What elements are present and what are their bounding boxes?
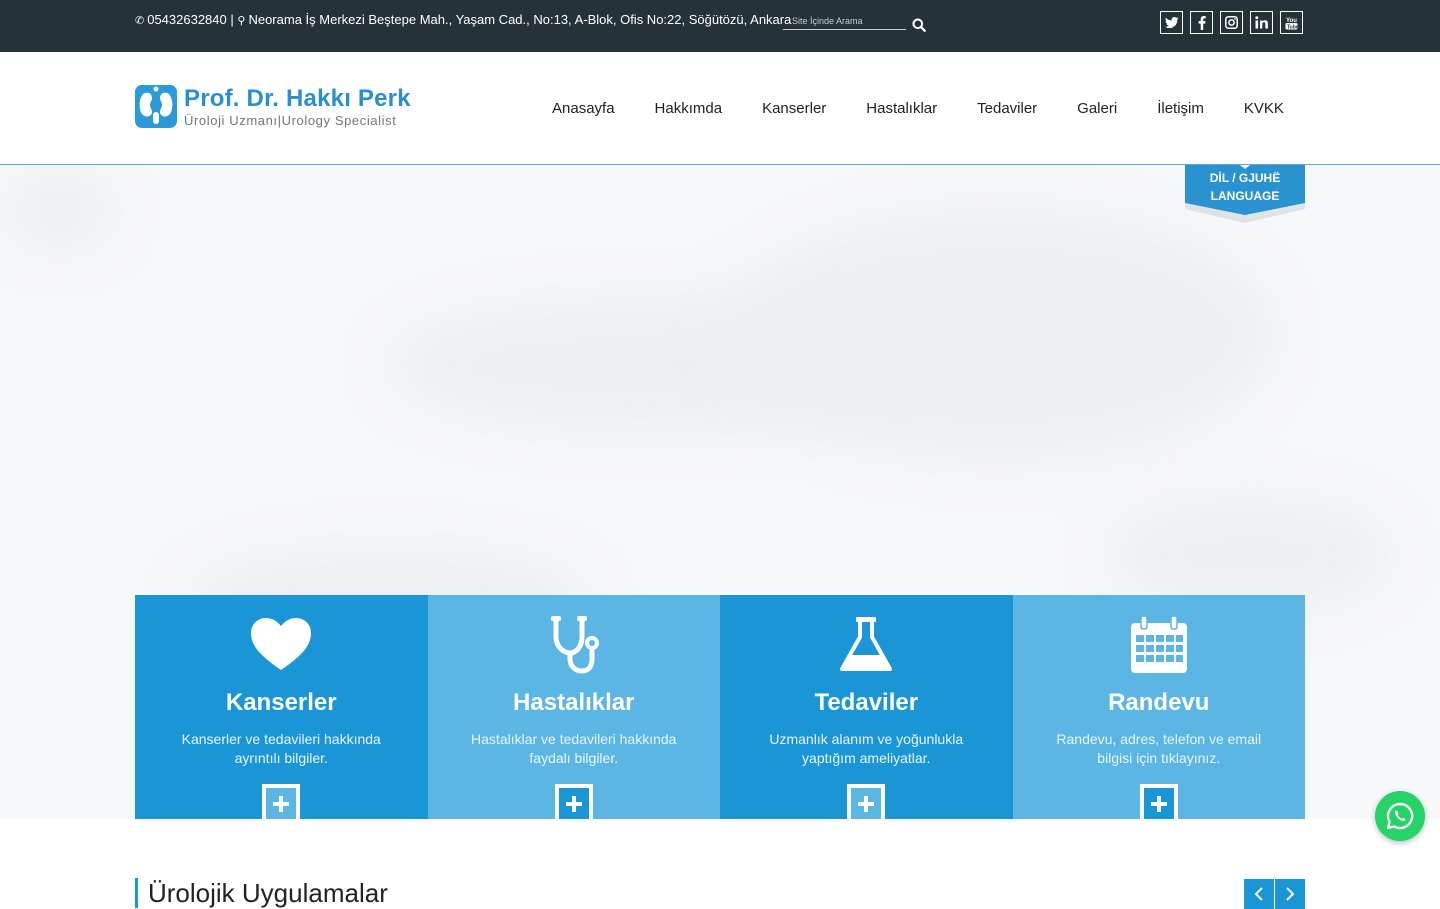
- language-selector[interactable]: DİL / GJUHË LANGUAGE: [1185, 165, 1305, 225]
- linkedin-icon[interactable]: [1250, 11, 1273, 34]
- feature-description: Uzmanlık alanım ve yoğunlukla yaptığım a…: [769, 731, 964, 766]
- language-label: DİL / GJUHË: [1209, 171, 1281, 185]
- feature-more-button[interactable]: [847, 784, 886, 819]
- top-bar: ✆ 05432632840 | ⚲ Neorama İş Merkezi Beşte…: [0, 0, 1440, 52]
- contact-info: ✆ 05432632840 | ⚲ Neorama İş Merkezi Beşte…: [135, 12, 791, 27]
- site-search: [783, 12, 928, 34]
- feature-hastaliklar[interactable]: Hastalıklar Hastalıklar ve tedavileri ha…: [427, 595, 720, 819]
- chevron-left-icon: [1254, 887, 1263, 901]
- nav-item-iletisim[interactable]: İletişim: [1137, 100, 1224, 117]
- address-text: Neorama İş Merkezi Beştepe Mah., Yaşam C…: [248, 12, 792, 27]
- map-marker-icon: ⚲: [237, 15, 246, 27]
- flask-icon: [840, 617, 893, 671]
- twitter-icon[interactable]: [1160, 11, 1183, 34]
- instagram-icon[interactable]: [1220, 11, 1243, 34]
- plus-icon: [858, 795, 875, 812]
- carousel-prev-button[interactable]: [1244, 879, 1274, 909]
- plus-icon: [1150, 795, 1167, 812]
- feature-tedaviler[interactable]: Tedaviler Uzmanlık alanım ve yoğunlukla …: [720, 595, 1013, 819]
- plus-icon: [565, 795, 582, 812]
- nav-item-hakkimda[interactable]: Hakkımda: [635, 100, 743, 117]
- svg-text:Tube: Tube: [1287, 24, 1298, 30]
- nav-item-kanserler[interactable]: Kanserler: [742, 100, 846, 117]
- phone-number[interactable]: 05432632840: [147, 12, 227, 27]
- heart-icon: [251, 618, 312, 670]
- feature-kanserler[interactable]: Kanserler Kanserler ve tedavileri hakkın…: [135, 595, 428, 819]
- hero-background-shape: [720, 205, 1280, 465]
- nav-item-galeri[interactable]: Galeri: [1057, 100, 1137, 117]
- carousel-next-button[interactable]: [1275, 879, 1305, 909]
- feature-description: Kanserler ve tedavileri hakkında ayrıntı…: [181, 731, 381, 766]
- section-title: Ürolojik Uygulamalar: [135, 878, 388, 908]
- feature-title: Randevu: [1108, 689, 1210, 716]
- nav-item-anasayfa[interactable]: Anasayfa: [532, 100, 635, 117]
- nav-item-tedaviler[interactable]: Tedaviler: [957, 100, 1057, 117]
- youtube-icon[interactable]: You Tube: [1280, 11, 1303, 34]
- search-input[interactable]: [783, 12, 906, 30]
- feature-title: Hastalıklar: [513, 689, 635, 716]
- whatsapp-icon: [1386, 802, 1414, 830]
- feature-more-button[interactable]: [1139, 784, 1178, 819]
- hero-background-shape: [0, 165, 120, 255]
- nav-item-hastaliklar[interactable]: Hastalıklar: [846, 100, 957, 117]
- main-nav: Anasayfa Hakkımda Kanserler Hastalıklar …: [532, 52, 1304, 164]
- language-label-en: LANGUAGE: [1210, 189, 1280, 203]
- plus-icon: [273, 795, 290, 812]
- search-icon[interactable]: [912, 18, 926, 32]
- calendar-icon: [1130, 615, 1187, 673]
- facebook-icon[interactable]: [1190, 11, 1213, 34]
- logo-subtitle: Üroloji Uzmanı|Urology Specialist: [184, 113, 397, 128]
- kidney-logo-icon: [135, 85, 177, 128]
- logo-title: Prof. Dr. Hakkı Perk: [184, 85, 411, 112]
- contact-separator: |: [230, 12, 234, 27]
- carousel-controls: [1244, 879, 1305, 909]
- social-links: You Tube: [1160, 11, 1303, 34]
- site-logo[interactable]: Prof. Dr. Hakkı Perk Üroloji Uzmanı|Urol…: [135, 85, 415, 131]
- chevron-right-icon: [1286, 887, 1295, 901]
- nav-item-kvkk[interactable]: KVKK: [1224, 100, 1304, 117]
- feature-more-button[interactable]: [262, 784, 301, 819]
- feature-description: Hastalıklar ve tedavileri hakkında fayda…: [471, 731, 677, 766]
- stethoscope-icon: [550, 616, 599, 674]
- feature-boxes: Kanserler Kanserler ve tedavileri hakkın…: [135, 595, 1305, 819]
- phone-icon: ✆: [135, 15, 145, 27]
- feature-more-button[interactable]: [554, 784, 593, 819]
- feature-title: Kanserler: [225, 689, 337, 716]
- feature-randevu[interactable]: Randevu Randevu, adres, telefon ve email…: [1012, 595, 1305, 819]
- feature-title: Tedaviler: [814, 689, 919, 716]
- feature-description: Randevu, adres, telefon ve email bilgisi…: [1056, 731, 1262, 766]
- whatsapp-button[interactable]: [1375, 791, 1425, 841]
- site-header: Prof. Dr. Hakkı Perk Üroloji Uzmanı|Urol…: [0, 52, 1440, 165]
